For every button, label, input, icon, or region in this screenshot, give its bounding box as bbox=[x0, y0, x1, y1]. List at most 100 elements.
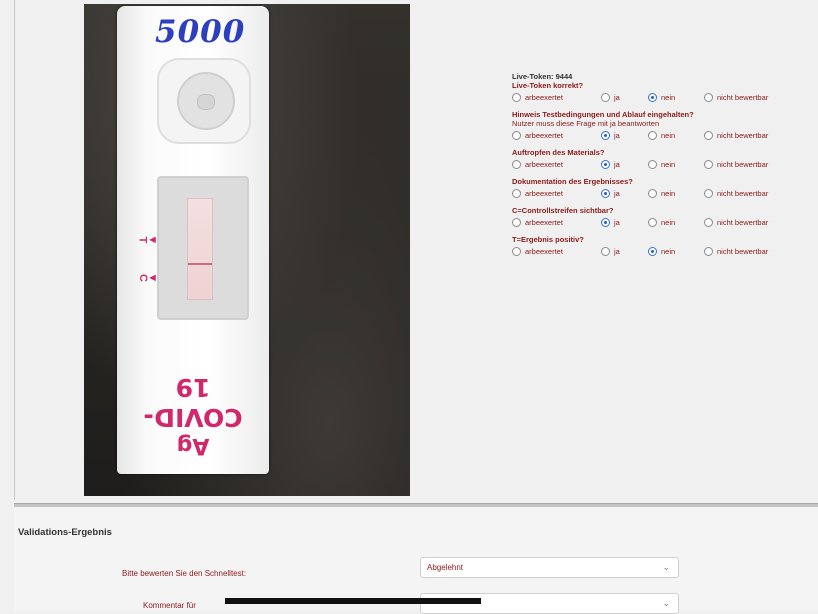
radio-option[interactable]: ja bbox=[601, 189, 648, 198]
radio-group: arbeexertet ja nein nicht bewertbar bbox=[512, 130, 812, 141]
radio-option[interactable]: ja bbox=[601, 131, 648, 140]
radio-label: ja bbox=[614, 93, 620, 102]
radio-label: nicht bewertbar bbox=[717, 218, 769, 227]
radio-label: arbeexertet bbox=[525, 189, 563, 198]
radio-button[interactable] bbox=[512, 160, 521, 169]
radio-group: arbeexertet ja nein nicht bewertbar bbox=[512, 246, 812, 257]
radio-option[interactable]: ja bbox=[601, 218, 648, 227]
result-window bbox=[157, 176, 249, 320]
radio-label: nicht bewertbar bbox=[717, 160, 769, 169]
radio-option[interactable]: ja bbox=[601, 160, 648, 169]
radio-option[interactable]: nein bbox=[648, 218, 704, 227]
cassette-label: Ag COVID-19 bbox=[131, 372, 255, 458]
radio-label: ja bbox=[614, 218, 620, 227]
cassette-label-ag: Ag bbox=[176, 433, 210, 458]
radio-group: arbeexertet ja nein nicht bewertbar bbox=[512, 92, 812, 103]
question-item: Dokumentation des Ergebnisses? arbeexerte… bbox=[512, 177, 812, 199]
radio-button[interactable] bbox=[648, 93, 657, 102]
radio-option[interactable]: nein bbox=[648, 131, 704, 140]
control-line bbox=[188, 263, 212, 265]
radio-option[interactable]: nein bbox=[648, 160, 704, 169]
test-photo: 5000 C T ◄ ◄ Ag COVID-19 bbox=[84, 4, 410, 496]
live-token-value: Live-Token: 9444 bbox=[512, 72, 573, 81]
radio-option[interactable]: arbeexertet bbox=[512, 218, 601, 227]
radio-group: arbeexertet ja nein nicht bewertbar bbox=[512, 159, 812, 170]
radio-button[interactable] bbox=[704, 160, 713, 169]
radio-button[interactable] bbox=[601, 247, 610, 256]
radio-option[interactable]: ja bbox=[601, 247, 648, 256]
radio-label: arbeexertet bbox=[525, 247, 563, 256]
radio-button[interactable] bbox=[704, 131, 713, 140]
radio-label: nein bbox=[661, 160, 676, 169]
radio-button[interactable] bbox=[512, 218, 521, 227]
radio-button[interactable] bbox=[704, 189, 713, 198]
radio-label: ja bbox=[614, 189, 620, 198]
rate-label: Bitte bewerten Sie den Schnelltest: bbox=[122, 569, 247, 578]
chevron-down-icon: ⌄ bbox=[662, 598, 670, 608]
radio-option[interactable]: nicht bewertbar bbox=[704, 218, 812, 227]
radio-option[interactable]: nein bbox=[648, 93, 704, 102]
radio-button[interactable] bbox=[601, 93, 610, 102]
test-cassette: 5000 C T ◄ ◄ Ag COVID-19 bbox=[117, 6, 269, 474]
radio-button[interactable] bbox=[704, 93, 713, 102]
question-note: Nutzer muss diese Frage mit ja beantwort… bbox=[512, 119, 660, 128]
radio-button[interactable] bbox=[601, 160, 610, 169]
radio-button[interactable] bbox=[601, 131, 610, 140]
radio-label: nicht bewertbar bbox=[717, 189, 769, 198]
chevron-down-icon: ⌄ bbox=[662, 562, 670, 572]
review-questions: Live-Token: 9444 Live-Token korrekt? arbe… bbox=[512, 72, 812, 264]
radio-label: ja bbox=[614, 247, 620, 256]
radio-label: nein bbox=[661, 93, 676, 102]
radio-button[interactable] bbox=[648, 189, 657, 198]
radio-option[interactable]: arbeexertet bbox=[512, 93, 601, 102]
question-list: Live-Token korrekt? arbeexertet ja nein nich… bbox=[512, 81, 812, 257]
radio-label: arbeexertet bbox=[525, 218, 563, 227]
radio-label: nein bbox=[661, 218, 676, 227]
validation-title: Validations-Ergebnis bbox=[18, 527, 112, 538]
question-title: Live-Token korrekt? bbox=[512, 81, 584, 90]
radio-label: arbeexertet bbox=[525, 93, 563, 102]
radio-option[interactable]: arbeexertet bbox=[512, 131, 601, 140]
radio-option[interactable]: nicht bewertbar bbox=[704, 93, 812, 102]
radio-label: arbeexertet bbox=[525, 131, 563, 140]
radio-option[interactable]: nicht bewertbar bbox=[704, 131, 812, 140]
redaction-bar bbox=[225, 598, 481, 604]
radio-option[interactable]: nicht bewertbar bbox=[704, 189, 812, 198]
radio-button[interactable] bbox=[704, 247, 713, 256]
question-item: C=Controllstreifen sichtbar? arbeexertet j… bbox=[512, 206, 812, 228]
c-arrow-icon: ◄ bbox=[147, 272, 158, 284]
radio-option[interactable]: ja bbox=[601, 93, 648, 102]
question-item: T=Ergebnis positiv? arbeexertet ja nein nich… bbox=[512, 235, 812, 257]
radio-label: nicht bewertbar bbox=[717, 247, 769, 256]
radio-button[interactable] bbox=[601, 218, 610, 227]
radio-button[interactable] bbox=[512, 247, 521, 256]
radio-button[interactable] bbox=[648, 247, 657, 256]
question-title: T=Ergebnis positiv? bbox=[512, 235, 584, 244]
radio-button[interactable] bbox=[601, 189, 610, 198]
radio-option[interactable]: nicht bewertbar bbox=[704, 160, 812, 169]
radio-label: arbeexertet bbox=[525, 160, 563, 169]
rating-select-value: Abgelehnt bbox=[427, 563, 464, 572]
radio-option[interactable]: arbeexertet bbox=[512, 247, 601, 256]
question-title: Dokumentation des Ergebnisses? bbox=[512, 177, 633, 186]
radio-button[interactable] bbox=[512, 189, 521, 198]
rating-select[interactable]: Abgelehnt ⌄ bbox=[420, 557, 679, 578]
radio-option[interactable]: nein bbox=[648, 189, 704, 198]
radio-option[interactable]: arbeexertet bbox=[512, 189, 601, 198]
radio-option[interactable]: nicht bewertbar bbox=[704, 247, 812, 256]
radio-group: arbeexertet ja nein nicht bewertbar bbox=[512, 217, 812, 228]
radio-label: nein bbox=[661, 131, 676, 140]
radio-button[interactable] bbox=[648, 160, 657, 169]
validation-panel bbox=[0, 507, 818, 610]
radio-button[interactable] bbox=[512, 93, 521, 102]
t-arrow-icon: ◄ bbox=[147, 234, 158, 246]
sample-well bbox=[157, 58, 251, 144]
radio-button[interactable] bbox=[512, 131, 521, 140]
question-title: Auftropfen des Materials? bbox=[512, 148, 605, 157]
radio-button[interactable] bbox=[648, 218, 657, 227]
radio-option[interactable]: arbeexertet bbox=[512, 160, 601, 169]
question-title: Hinweis Testbedingungen und Ablauf einge… bbox=[512, 110, 694, 119]
radio-button[interactable] bbox=[648, 131, 657, 140]
radio-option[interactable]: nein bbox=[648, 247, 704, 256]
radio-button[interactable] bbox=[704, 218, 713, 227]
